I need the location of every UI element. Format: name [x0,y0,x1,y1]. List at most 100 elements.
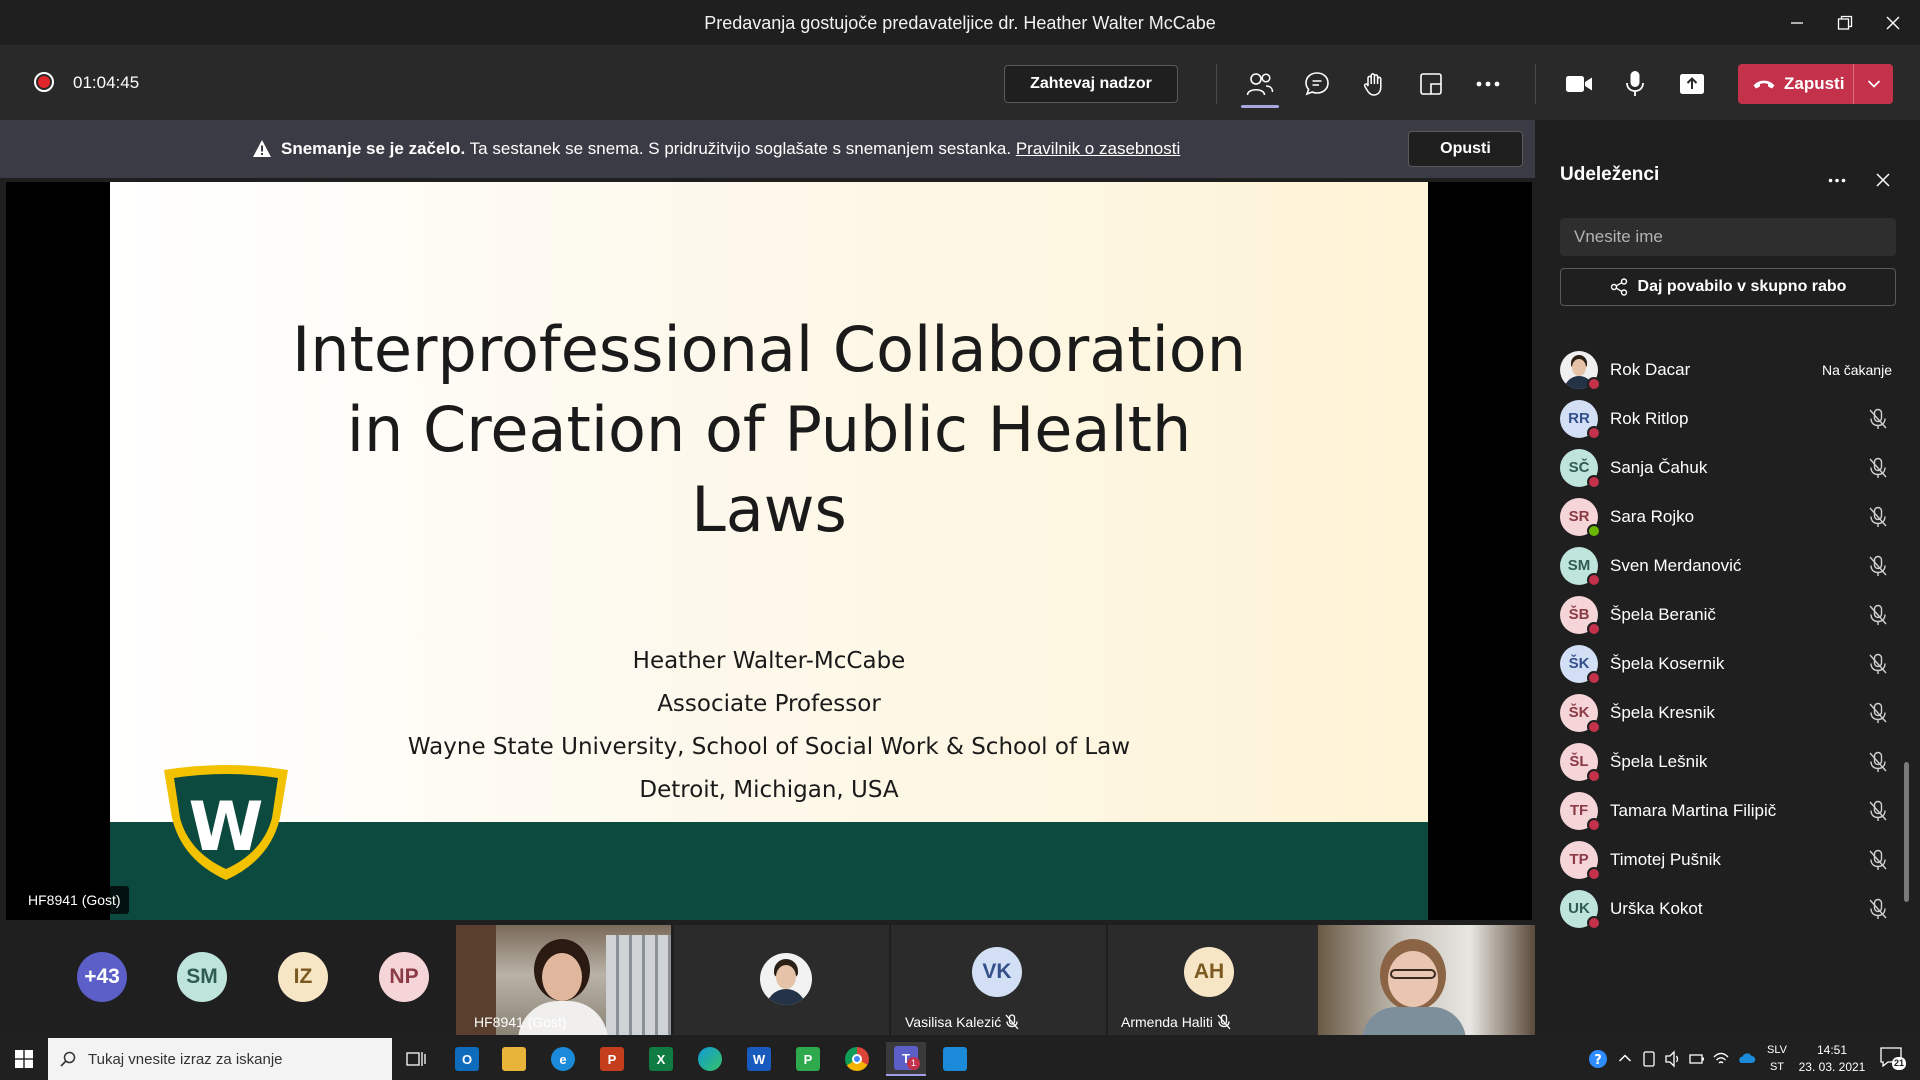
participant-row[interactable]: TF Tamara Martina Filipič [1560,786,1900,835]
outlook-taskbar-app[interactable]: O [447,1042,487,1076]
internet-explorer-taskbar-app[interactable]: e [543,1042,583,1076]
participant-initials: ŠL [1569,753,1589,770]
participant-row[interactable]: ŠB Špela Beranič [1560,590,1900,639]
mic-off-indicator [1866,554,1900,578]
strip-avatar[interactable]: NP [379,952,429,1002]
participant-row[interactable]: ŠK Špela Kosernik [1560,639,1900,688]
participant-row[interactable]: UK Urška Kokot [1560,884,1900,933]
participant-row[interactable]: TP Timotej Pušnik [1560,835,1900,884]
shared-content-stage: Interprofessional Collaboration in Creat… [6,182,1532,920]
edge-taskbar-app[interactable] [690,1042,730,1076]
participant-row[interactable]: RR Rok Ritlop [1560,394,1900,443]
task-view-button[interactable] [396,1042,436,1076]
participant-avatar: SM [1560,546,1601,587]
keyboard-language[interactable]: SLV ST [1760,1042,1794,1076]
volume-icon[interactable] [1664,1050,1682,1068]
close-icon [1886,16,1900,30]
clock-time: 14:51 [1816,1043,1848,1057]
window-title-bar: Predavanja gostujoče predavateljice dr. … [0,0,1920,46]
participant-name: Špela Kosernik [1610,653,1725,673]
participant-tile[interactable]: VK Vasilisa Kalezić [891,925,1106,1035]
mic-off-icon [1869,653,1887,674]
strip-avatar[interactable]: IZ [278,952,328,1002]
leave-button[interactable]: Zapusti [1738,64,1893,104]
camera-button[interactable] [1560,65,1598,103]
leave-divider [1853,64,1854,104]
taskbar-search[interactable]: Tukaj vnesite izraz za iskanje [48,1038,392,1080]
request-control-button[interactable]: Zahtevaj nadzor [1004,65,1178,103]
notifications-button[interactable]: 21 [1880,1047,1907,1071]
file-explorer-taskbar-app[interactable] [494,1042,534,1076]
warning-icon [253,140,271,157]
publisher-taskbar-app[interactable]: P [788,1042,828,1076]
participant-row[interactable]: SČ Sanja Čahuk [1560,443,1900,492]
chrome-taskbar-app[interactable] [837,1042,877,1076]
share-icon [1610,278,1627,296]
panel-more-icon[interactable] [1828,178,1846,183]
camera-icon [1566,76,1592,92]
presence-status-icon [1587,523,1601,538]
mic-off-indicator [1866,456,1900,480]
participant-avatar: RR [1560,399,1601,440]
more-icon [1476,81,1500,87]
reactions-button[interactable] [1355,65,1393,103]
more-participants-button[interactable]: +43 [77,952,127,1002]
participant-tile[interactable]: AH Armenda Haliti [1108,925,1323,1035]
chevron-up-icon[interactable] [1618,1053,1632,1063]
teams-taskbar-app[interactable]: T 1 [886,1042,926,1076]
tile-name: HF8941 (Gost) [474,1014,567,1030]
help-icon[interactable]: ? [1588,1049,1608,1069]
minimize-icon [1791,22,1803,24]
logo-letter: W [188,788,263,867]
banner-message: Ta sestanek se snema. S pridružitvijo so… [465,139,1016,158]
participant-initials: ŠK [1568,704,1590,721]
share-invite-button[interactable]: Daj povabilo v skupno rabo [1560,268,1896,306]
taskbar-clock[interactable]: 14:51 23. 03. 2021 [1792,1042,1872,1076]
share-invite-label: Daj povabilo v skupno rabo [1637,278,1847,295]
tile-avatar: AH [1184,947,1234,997]
recording-icon [34,72,54,92]
presence-status-icon [1587,425,1601,440]
share-content-button[interactable] [1673,65,1711,103]
restore-button[interactable] [1822,8,1868,38]
participant-tile[interactable] [674,925,889,1035]
participant-row[interactable]: SM Sven Merdanović [1560,541,1900,590]
strip-avatar[interactable]: SM [177,952,227,1002]
onedrive-icon[interactable] [1736,1051,1756,1065]
word-taskbar-app[interactable]: W [739,1042,779,1076]
participant-row[interactable]: SR Sara Rojko [1560,492,1900,541]
participant-name: Špela Beranič [1610,604,1716,624]
wifi-icon[interactable] [1712,1050,1730,1068]
video-tile[interactable] [1318,925,1535,1035]
edge-icon [698,1047,722,1071]
participant-row[interactable]: Rok Dacar Na čakanje [1560,345,1900,394]
participant-search-input[interactable] [1560,218,1896,256]
participant-row[interactable]: ŠL Špela Lešnik [1560,737,1900,786]
mic-off-icon [1005,1014,1019,1030]
chat-button[interactable] [1298,65,1336,103]
rooms-button[interactable] [1412,65,1450,103]
video-tile[interactable]: HF8941 (Gost) [456,925,671,1035]
calendar-taskbar-app[interactable] [935,1042,975,1076]
participant-photo [760,953,812,1005]
minimize-button[interactable] [1774,8,1820,38]
presence-status-icon [1587,621,1601,636]
powerpoint-taskbar-app[interactable]: P [592,1042,632,1076]
device-icon[interactable] [1641,1050,1657,1068]
panel-close-icon[interactable] [1875,172,1891,188]
battery-icon[interactable] [1688,1050,1706,1068]
privacy-policy-link[interactable]: Pravilnik o zasebnosti [1016,139,1180,158]
participant-initials: SR [1568,508,1590,525]
dismiss-button[interactable]: Opusti [1408,131,1523,167]
panel-scrollbar[interactable] [1904,762,1909,902]
microphone-button[interactable] [1616,65,1654,103]
more-actions-button[interactable] [1469,65,1507,103]
participant-row[interactable]: ŠK Špela Kresnik [1560,688,1900,737]
person-glasses [1390,969,1436,979]
presence-status-icon [1587,670,1601,685]
mic-off-icon [1869,800,1887,821]
close-window-button[interactable] [1870,8,1916,38]
excel-taskbar-app[interactable]: X [641,1042,681,1076]
participants-button[interactable] [1241,65,1279,103]
start-button[interactable] [4,1042,44,1076]
